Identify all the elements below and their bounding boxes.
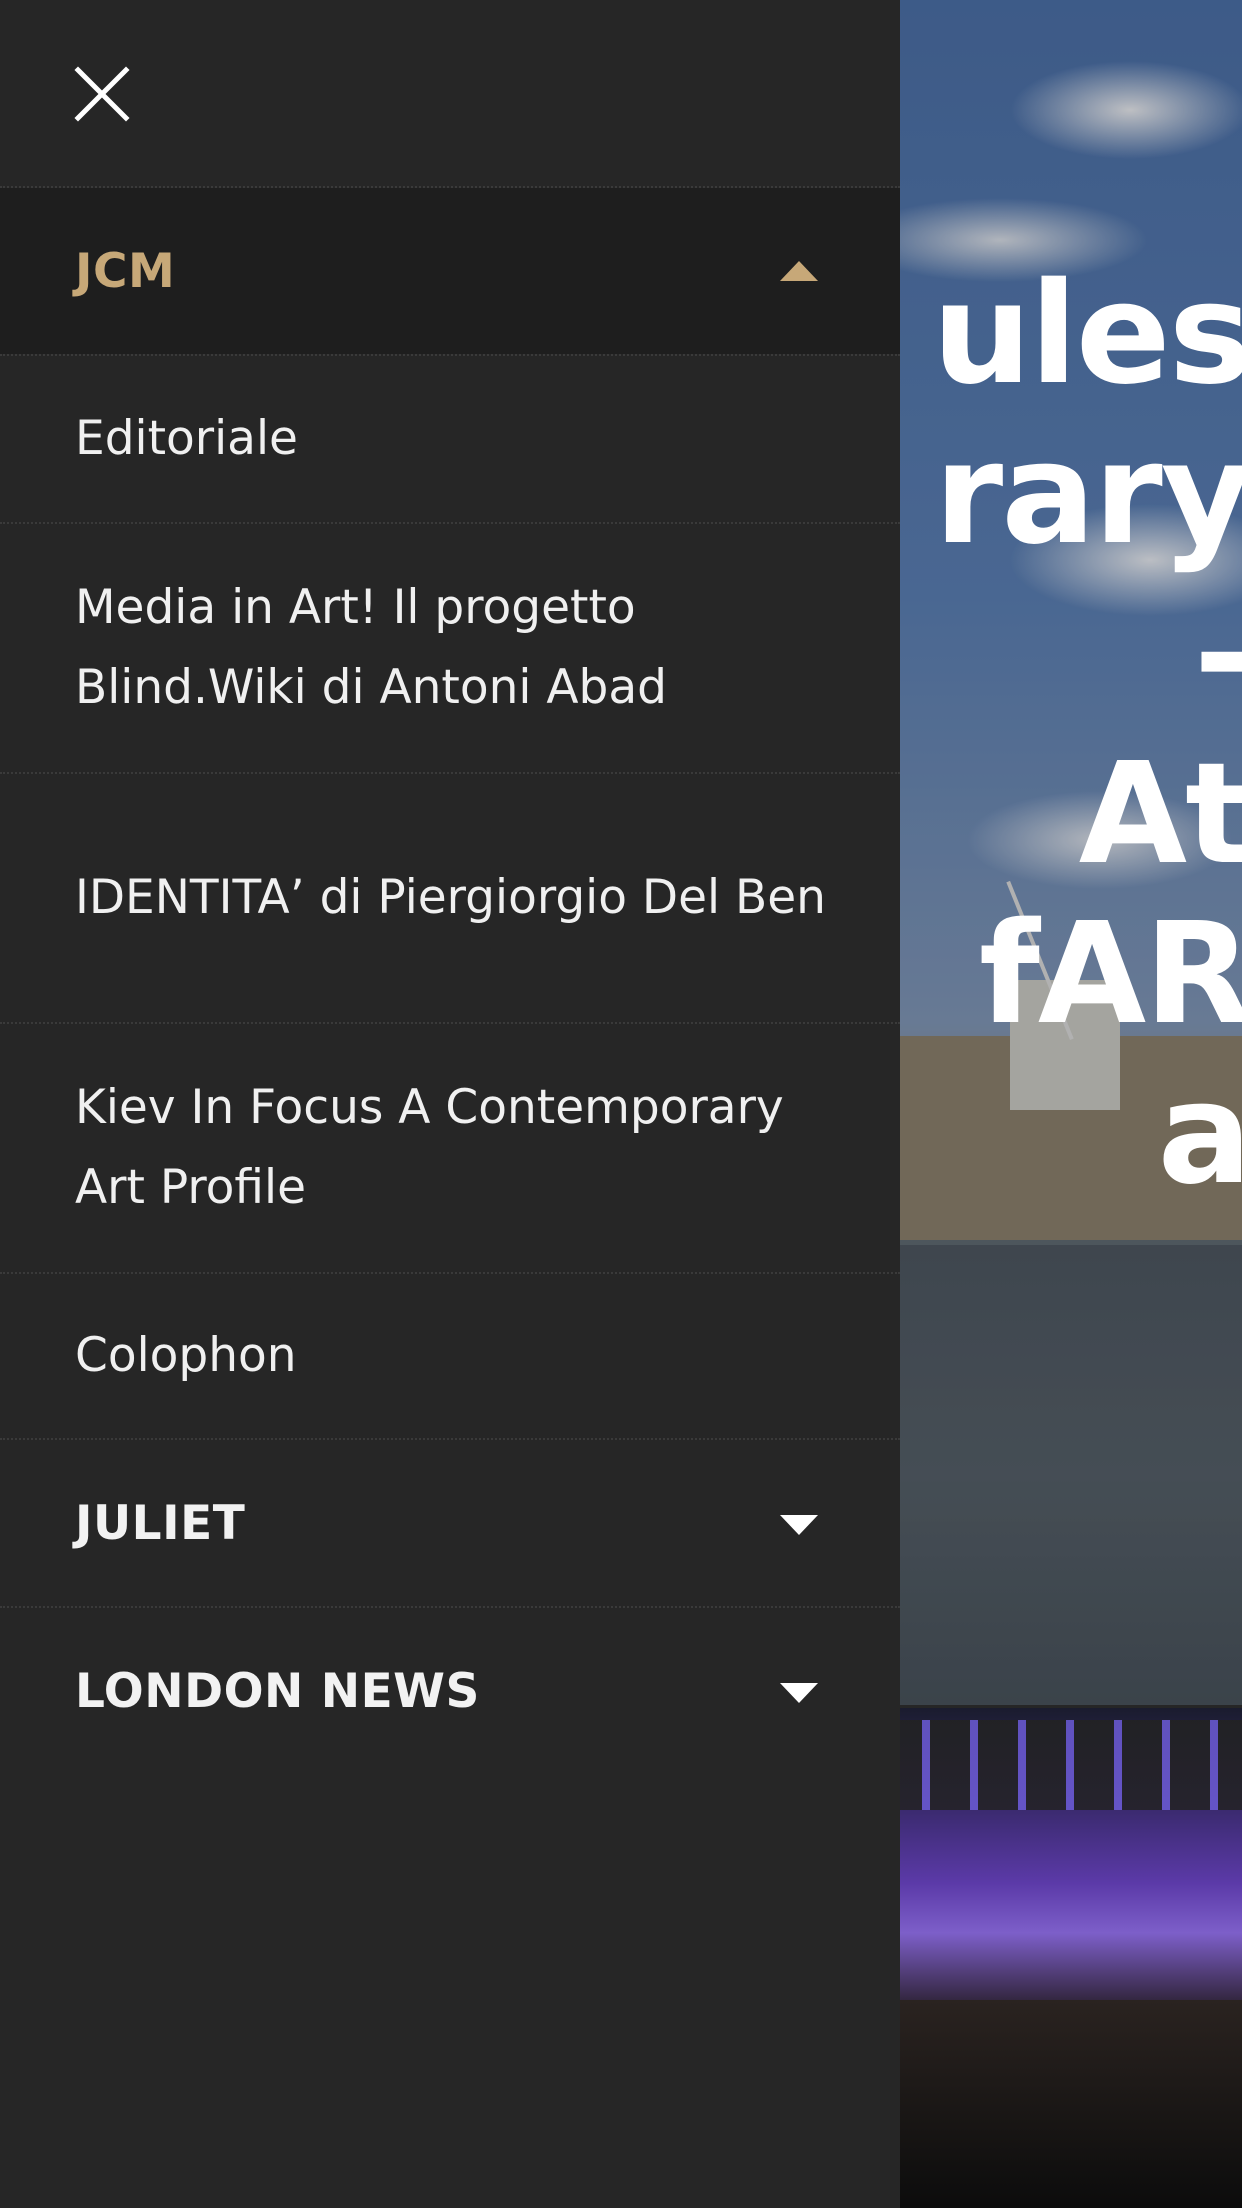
menu-item-label: Kiev In Focus A Contemporary Art Profile: [75, 1080, 784, 1215]
menu-group-london-news[interactable]: LONDON NEWS: [0, 1608, 900, 1774]
caret-up-icon[interactable]: [780, 261, 818, 281]
menu-group-label: JCM: [75, 243, 176, 299]
close-button[interactable]: [74, 66, 130, 122]
navigation-drawer: JCM Editoriale Media in Art! Il progetto…: [0, 0, 900, 2208]
menu-item-label: IDENTITA’ di Piergiorgio Del Ben: [75, 870, 826, 925]
caret-down-icon[interactable]: [780, 1515, 818, 1535]
menu-item-editoriale[interactable]: Editoriale: [0, 356, 900, 522]
menu-item-label: Editoriale: [75, 411, 298, 466]
menu-group-jcm[interactable]: JCM: [0, 188, 900, 354]
menu-group-label: JULIET: [75, 1495, 246, 1551]
event-stage-lights: [900, 1720, 1242, 1810]
caret-down-icon[interactable]: [780, 1683, 818, 1703]
menu-item-label: Media in Art! Il progetto Blind.Wiki di …: [75, 580, 667, 715]
menu-group-juliet[interactable]: JULIET: [0, 1440, 900, 1606]
menu-group-label: LONDON NEWS: [75, 1663, 480, 1719]
event-crowd: [900, 2000, 1242, 2208]
drawer-header: [0, 0, 900, 188]
close-icon: [74, 66, 130, 122]
menu-item-label: Colophon: [75, 1328, 297, 1383]
menu-item-colophon[interactable]: Colophon: [0, 1274, 900, 1438]
menu-item-media-in-art[interactable]: Media in Art! Il progetto Blind.Wiki di …: [0, 524, 900, 772]
menu-item-kiev-in-focus[interactable]: Kiev In Focus A Contemporary Art Profile: [0, 1024, 900, 1272]
menu-item-identita[interactable]: IDENTITA’ di Piergiorgio Del Ben: [0, 774, 900, 1022]
